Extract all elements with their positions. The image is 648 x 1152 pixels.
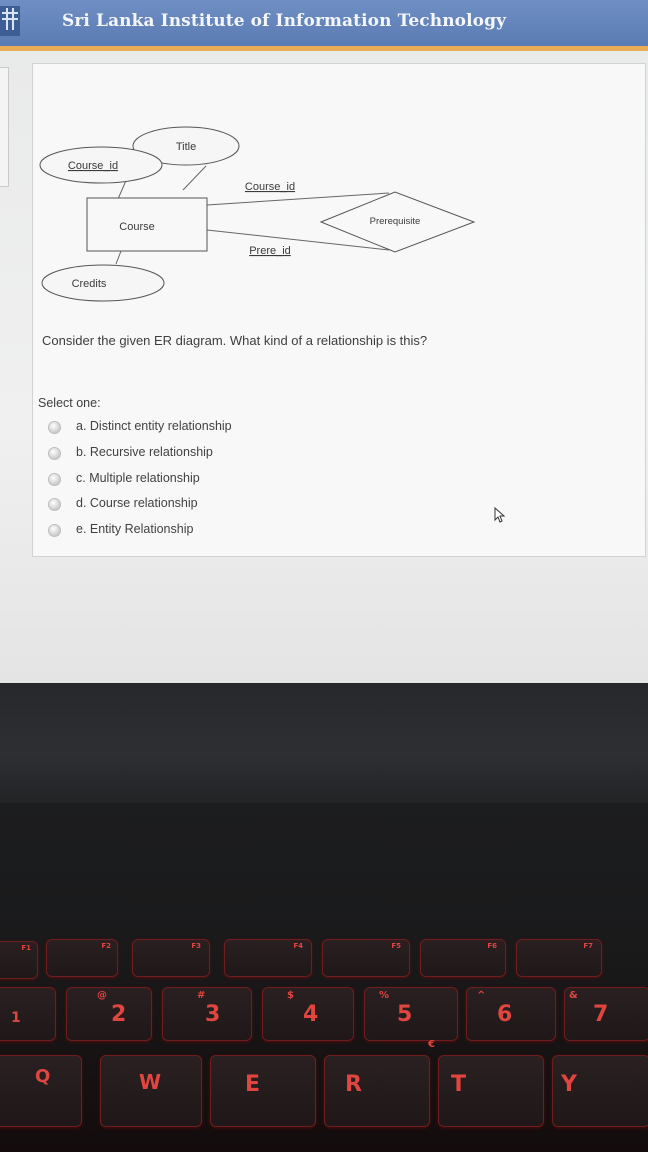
key-y: Y — [552, 1055, 648, 1127]
key-t: T — [438, 1055, 544, 1127]
radio-button[interactable] — [48, 524, 61, 537]
key-f7: F7 — [516, 939, 602, 977]
line-credits — [115, 250, 122, 265]
attribute-title-label: Title — [176, 141, 196, 153]
option-label: c. Multiple relationship — [76, 471, 200, 485]
site-title: Sri Lanka Institute of Information Techn… — [62, 11, 507, 31]
key-7: & 7 — [564, 987, 648, 1041]
line-role-top — [206, 192, 390, 206]
key-f5: F5 — [322, 939, 410, 977]
key-4: $4 — [262, 987, 354, 1041]
attribute-credits-label: Credits — [72, 278, 107, 290]
line-title — [182, 165, 207, 191]
key-q: Q — [0, 1055, 82, 1127]
key-5: % 5 — [364, 987, 458, 1041]
institute-logo-icon — [0, 6, 20, 36]
key-f6: F6 — [420, 939, 506, 977]
relationship-prerequisite-label: Prerequisite — [370, 216, 421, 227]
radio-button[interactable] — [48, 498, 61, 511]
side-panel-tab[interactable] — [0, 67, 9, 187]
entity-course-label: Course — [119, 221, 154, 233]
attribute-course-id-label: Course_id — [68, 160, 118, 172]
key-1: 1 — [0, 987, 56, 1041]
key-f3: F3 — [132, 939, 210, 977]
key-3: #3 — [162, 987, 252, 1041]
question-text: Consider the given ER diagram. What kind… — [42, 333, 428, 348]
role-label-course-id: Course_id — [245, 181, 295, 193]
mouse-cursor-icon — [494, 507, 506, 523]
monitor-bezel — [0, 683, 648, 803]
key-6: ^ 6 — [466, 987, 556, 1041]
key-2: @2 — [66, 987, 152, 1041]
radio-button[interactable] — [48, 421, 61, 434]
key-r: R — [324, 1055, 430, 1127]
option-label: e. Entity Relationship — [76, 522, 194, 536]
question-card: Title Course_id Course Credits Prerequis… — [32, 63, 646, 557]
euro-symbol: € — [428, 1039, 435, 1050]
quiz-page: Title Course_id Course Credits Prerequis… — [0, 51, 648, 683]
role-label-prere-id: Prere_id — [249, 245, 291, 257]
radio-button[interactable] — [48, 447, 61, 460]
option-label: b. Recursive relationship — [76, 445, 213, 459]
radio-button[interactable] — [48, 473, 61, 486]
key-w: W — [100, 1055, 202, 1127]
laptop-keyboard: F1 F2 F3 F4 F5 F6 F7 1 @2 #3 $4 % 5 ^ 6 & 7… — [0, 803, 648, 1152]
key-f1: F1 — [0, 941, 38, 979]
key-f2: F2 — [46, 939, 118, 977]
option-label: d. Course relationship — [76, 496, 198, 510]
select-one-label: Select one: — [38, 396, 101, 410]
key-e: E — [210, 1055, 316, 1127]
key-f4: F4 — [224, 939, 312, 977]
er-diagram: Title Course_id Course Credits Prerequis… — [39, 126, 476, 302]
app-header: Sri Lanka Institute of Information Techn… — [0, 0, 648, 46]
option-label: a. Distinct entity relationship — [76, 419, 232, 433]
